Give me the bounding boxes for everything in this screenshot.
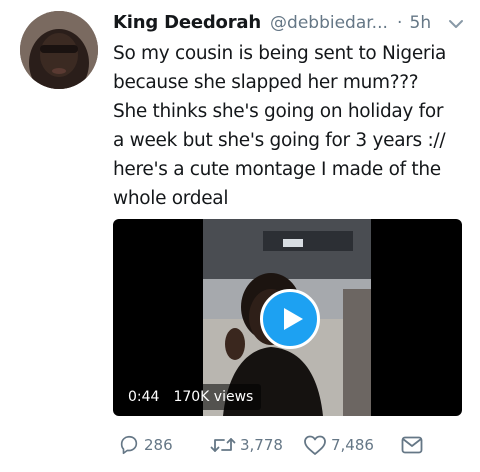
reply-button[interactable]: 286 (118, 430, 173, 460)
chevron-down-icon[interactable] (446, 14, 466, 34)
retweet-count: 3,778 (240, 436, 283, 454)
timestamp[interactable]: 5h (410, 13, 432, 33)
tweet-actions: 286 3,778 7,486 (113, 430, 468, 460)
reply-count: 286 (144, 436, 173, 454)
retweet-icon (210, 438, 236, 452)
video-views: 170K views (173, 389, 254, 405)
reply-icon (120, 435, 138, 455)
video-duration: 0:44 (128, 389, 160, 405)
author-handle[interactable]: @debbiedar... (270, 13, 388, 33)
author-name[interactable]: King Deedorah (113, 12, 261, 33)
separator-dot: · (397, 13, 403, 33)
direct-message-button[interactable] (400, 430, 428, 460)
play-button[interactable] (260, 289, 320, 349)
tweet-text: So my cousin is being sent to Nigeria be… (113, 43, 447, 209)
like-count: 7,486 (331, 436, 374, 454)
retweet-button[interactable]: 3,778 (210, 430, 283, 460)
envelope-icon (401, 436, 423, 454)
play-icon (284, 308, 303, 330)
like-button[interactable]: 7,486 (303, 430, 374, 460)
heart-icon (304, 435, 326, 455)
avatar[interactable] (20, 11, 98, 89)
tweet-header: King Deedorah @debbiedar... · 5h (113, 12, 468, 38)
video-info-badge: 0:44 170K views (120, 384, 262, 410)
